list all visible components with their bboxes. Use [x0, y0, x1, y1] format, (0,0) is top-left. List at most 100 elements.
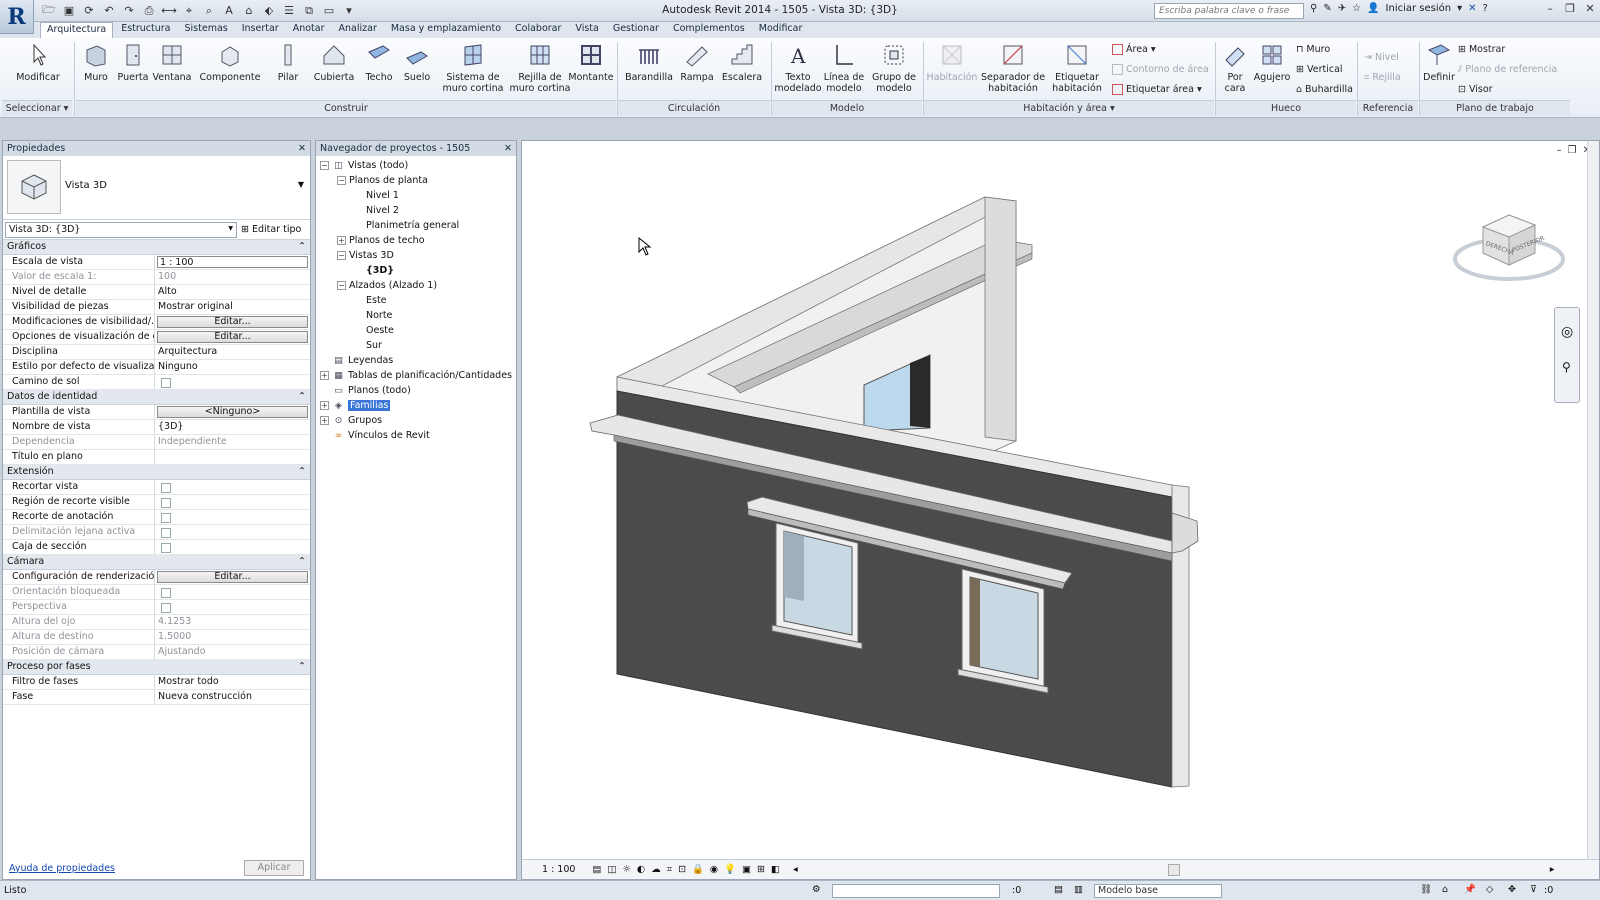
- steering-wheel-icon[interactable]: ◎: [1561, 324, 1573, 340]
- roof-button[interactable]: Cubierta: [312, 42, 356, 83]
- property-value[interactable]: 100: [155, 270, 310, 284]
- sign-in-button[interactable]: Iniciar sesión: [1386, 3, 1452, 14]
- door-button[interactable]: Puerta: [116, 42, 150, 83]
- window-button[interactable]: Ventana: [152, 42, 192, 83]
- zoom-icon[interactable]: ⚲: [1562, 360, 1571, 374]
- tag-area-button[interactable]: Etiquetar área ▾: [1112, 84, 1202, 95]
- tab-7[interactable]: Colaborar: [509, 22, 567, 38]
- property-value[interactable]: 4.1253: [155, 615, 310, 629]
- set-work-plane-button[interactable]: Definir: [1422, 42, 1456, 83]
- property-checkbox[interactable]: [161, 483, 171, 493]
- property-value[interactable]: Mostrar todo: [155, 675, 310, 689]
- dormer-button[interactable]: ⌂ Buhardilla: [1296, 84, 1353, 95]
- property-value[interactable]: Alto: [155, 285, 310, 299]
- ref-plane-button[interactable]: ⫽ Plano de referencia: [1458, 64, 1557, 75]
- drag-elements-icon[interactable]: ✥: [1508, 884, 1516, 895]
- highlight-icon[interactable]: ◧: [771, 864, 780, 875]
- tab-2[interactable]: Sistemas: [179, 22, 234, 38]
- tab-0[interactable]: Arquitectura: [40, 22, 114, 38]
- reveal-hidden-icon[interactable]: 💡: [724, 864, 736, 875]
- browser-node[interactable]: + ▦ Tablas de planificación/Cantidades: [316, 368, 516, 383]
- shaft-button[interactable]: Agujero: [1252, 42, 1292, 83]
- wall-opening-button[interactable]: ⊓ Muro: [1296, 44, 1330, 55]
- tab-5[interactable]: Analizar: [333, 22, 383, 38]
- expand-icon[interactable]: +: [320, 371, 329, 380]
- instance-selector[interactable]: Vista 3D: {3D}: [5, 221, 237, 238]
- tab-3[interactable]: Insertar: [236, 22, 285, 38]
- browser-node[interactable]: + ⊙ Grupos: [316, 413, 516, 428]
- property-value[interactable]: Nueva construcción: [155, 690, 310, 704]
- property-checkbox[interactable]: [161, 378, 171, 388]
- binoculars-icon[interactable]: ⚲: [1310, 3, 1317, 14]
- property-value[interactable]: {3D}: [155, 420, 310, 434]
- browser-node[interactable]: − Vistas 3D: [316, 248, 516, 263]
- tab-9[interactable]: Gestionar: [607, 22, 665, 38]
- grid-button[interactable]: ⌗ Rejilla: [1364, 72, 1401, 83]
- horizontal-scrollbar-thumb[interactable]: [1167, 863, 1180, 876]
- browser-node[interactable]: Planimetría general: [316, 218, 516, 233]
- property-group-header[interactable]: Proceso por fases ⌃: [3, 660, 310, 675]
- ramp-button[interactable]: Rampa: [678, 42, 716, 83]
- property-value[interactable]: Arquitectura: [155, 345, 310, 359]
- tab-4[interactable]: Anotar: [287, 22, 331, 38]
- type-selector[interactable]: Vista 3D ▼: [3, 156, 310, 220]
- property-value[interactable]: 1.5000: [155, 630, 310, 644]
- minimize-icon[interactable]: –: [1544, 2, 1556, 15]
- sun-path-icon[interactable]: ☼: [622, 864, 631, 875]
- subscription-icon[interactable]: ✎: [1323, 3, 1331, 14]
- visual-style-icon[interactable]: ◫: [607, 864, 616, 875]
- crop-view-icon[interactable]: ⌗: [667, 864, 672, 875]
- select-underlay-icon[interactable]: ⌂: [1442, 884, 1448, 895]
- model-group-button[interactable]: Grupo de modelo: [870, 42, 918, 94]
- property-checkbox[interactable]: [161, 543, 171, 553]
- property-group-header[interactable]: Gráficos ⌃: [3, 240, 310, 255]
- tab-8[interactable]: Vista: [569, 22, 604, 38]
- scroll-right-icon[interactable]: ▸: [1550, 864, 1555, 875]
- collapse-icon[interactable]: ⌃: [298, 391, 306, 403]
- show-crop-icon[interactable]: ⊡: [678, 864, 686, 875]
- tab-6[interactable]: Masa y emplazamiento: [385, 22, 507, 38]
- browser-node[interactable]: Norte: [316, 308, 516, 323]
- application-menu-button[interactable]: R: [0, 0, 34, 34]
- property-value-input[interactable]: 1 : 100: [157, 256, 308, 268]
- level-button[interactable]: ⇥ Nivel: [1364, 52, 1399, 63]
- collapse-icon[interactable]: −: [337, 176, 346, 185]
- collapse-icon[interactable]: −: [337, 281, 346, 290]
- stair-button[interactable]: Escalera: [720, 42, 764, 83]
- curtain-system-button[interactable]: Sistema de muro cortina: [440, 42, 506, 94]
- close-icon[interactable]: ✕: [298, 143, 306, 154]
- wall-button[interactable]: Muro: [80, 42, 112, 83]
- select-links-icon[interactable]: ⛓: [1420, 884, 1432, 895]
- room-separator-button[interactable]: Separador de habitación: [980, 42, 1046, 94]
- browser-node[interactable]: − Planos de planta: [316, 173, 516, 188]
- editable-only-icon[interactable]: ▤: [1054, 884, 1063, 895]
- shadows-icon[interactable]: ◐: [637, 864, 645, 875]
- view-scale[interactable]: 1 : 100: [542, 864, 575, 875]
- property-value[interactable]: Ninguno: [155, 360, 310, 374]
- expand-icon[interactable]: +: [337, 236, 346, 245]
- expand-icon[interactable]: +: [320, 416, 329, 425]
- active-workset-dropdown[interactable]: [832, 884, 1000, 898]
- favorites-icon[interactable]: ☆: [1352, 3, 1361, 14]
- property-value[interactable]: Mostrar original: [155, 300, 310, 314]
- analysis-display-icon[interactable]: ⊞: [757, 864, 765, 875]
- mullion-button[interactable]: Montante: [566, 42, 616, 83]
- tab-11[interactable]: Modificar: [753, 22, 809, 38]
- user-icon[interactable]: 👤: [1367, 3, 1379, 14]
- design-option-dropdown[interactable]: Modelo base: [1094, 884, 1222, 898]
- viewcube[interactable]: DERECHA POSTERIOR: [1453, 207, 1565, 287]
- curtain-grid-button[interactable]: Rejilla de muro cortina: [508, 42, 572, 94]
- select-by-face-icon[interactable]: ◇: [1486, 884, 1493, 895]
- lock-view-icon[interactable]: 🔒: [692, 864, 704, 875]
- property-value[interactable]: Ajustando: [155, 645, 310, 659]
- floor-button[interactable]: Suelo: [400, 42, 434, 83]
- expand-icon[interactable]: +: [320, 401, 329, 410]
- browser-node[interactable]: ∞ Vínculos de Revit: [316, 428, 516, 443]
- detail-level-icon[interactable]: ▤: [592, 864, 601, 875]
- property-edit-button[interactable]: Editar...: [157, 316, 308, 328]
- modify-button[interactable]: Modificar: [10, 42, 66, 83]
- property-value[interactable]: [155, 450, 310, 464]
- ceiling-button[interactable]: Techo: [362, 42, 396, 83]
- property-group-header[interactable]: Extensión ⌃: [3, 465, 310, 480]
- browser-node[interactable]: − ◫ Vistas (todo): [316, 158, 516, 173]
